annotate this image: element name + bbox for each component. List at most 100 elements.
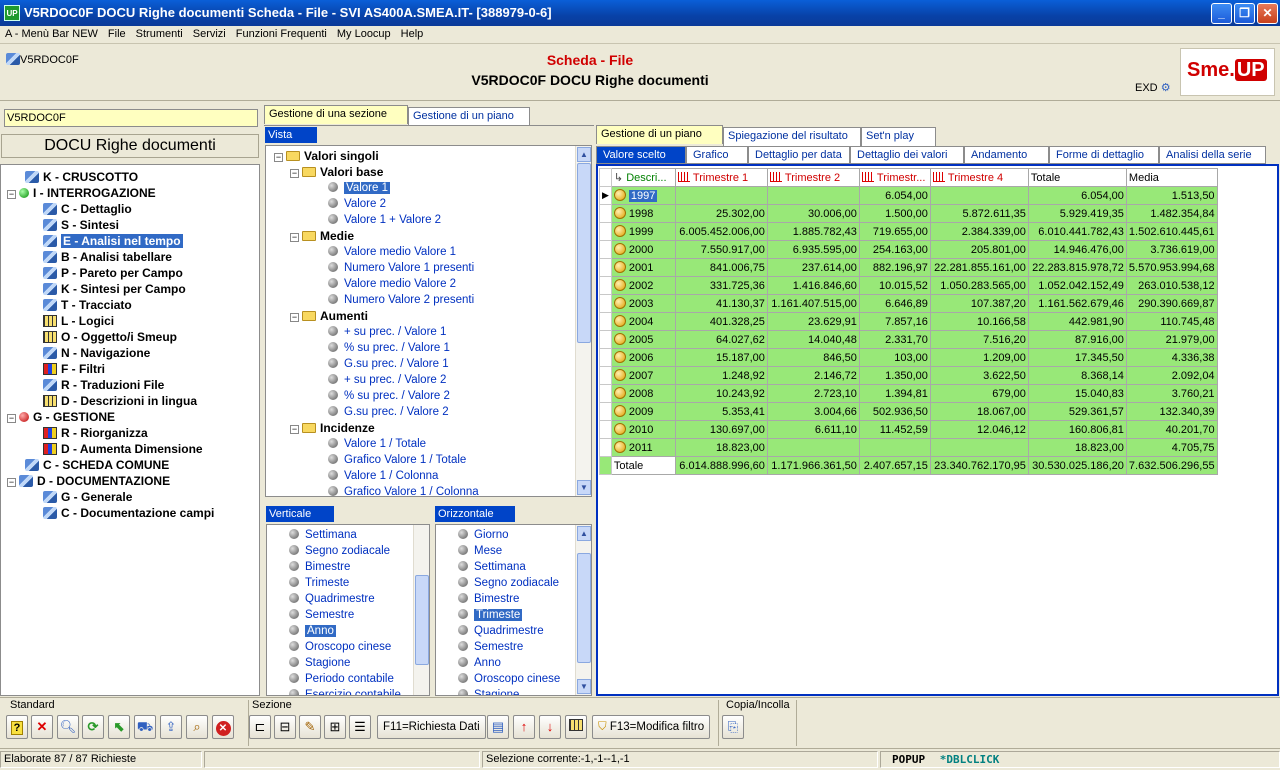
vista-item-valore-1-totale[interactable]: Valore 1 / Totale (328, 436, 426, 452)
verticale-item-quadrimestre[interactable]: Quadrimestre (289, 591, 375, 607)
year-cell[interactable]: 2010 (610, 420, 676, 439)
cell-t4[interactable]: 3.622,50 (929, 366, 1029, 385)
cell-avg[interactable]: 2.092,04 (1125, 366, 1218, 385)
section-tree-icon[interactable]: ⊞ (324, 715, 346, 739)
cell-t3[interactable]: 882.196,97 (858, 258, 931, 277)
tree-item-n-navigazione[interactable]: N - Navigazione (43, 345, 150, 361)
cart-icon[interactable]: ⛟ (134, 715, 156, 739)
column-header-trimestr[interactable]: Trimestr... (858, 168, 931, 187)
tree-item-d-descrizioni-in-lingua[interactable]: D - Descrizioni in lingua (43, 393, 197, 409)
cell-t3[interactable]: 103,00 (858, 348, 931, 367)
vista-item-grafico-valore-1-totale[interactable]: Grafico Valore 1 / Totale (328, 452, 466, 468)
year-cell[interactable]: 2004 (610, 312, 676, 331)
arrow-up-icon[interactable]: ↑ (513, 715, 535, 739)
year-cell[interactable]: 2011 (610, 438, 676, 457)
cell-t2[interactable]: 6.935.595,00 (766, 240, 860, 259)
collapse-icon[interactable]: − (274, 153, 283, 162)
verticale-item-esercizio-contabile[interactable]: Esercizio contabile (289, 687, 401, 695)
arrow-down-icon[interactable]: ↓ (539, 715, 561, 739)
table-row[interactable]: 2006 15.187,00 846,50 103,00 1.209,00 17.345,… (599, 348, 1218, 367)
cell-t2[interactable]: 23.629,91 (766, 312, 860, 331)
menu-a-menu-bar[interactable]: A - Menù Bar NEW (0, 26, 103, 42)
cell-t3[interactable]: 6.054,00 (858, 186, 931, 205)
section-edit-icon[interactable]: ✎ (299, 715, 321, 739)
table-row[interactable]: 2002 331.725,36 1.416.846,60 10.015,52 1.050… (599, 276, 1218, 295)
vista-group-valori-singoli[interactable]: − Valori singoli (274, 148, 379, 164)
cell-t1[interactable]: 1.248,92 (674, 366, 768, 385)
orizzontale-item-mese[interactable]: Mese (458, 543, 502, 559)
cell-avg[interactable]: 1.513,50 (1125, 186, 1218, 205)
total-cell-t3[interactable]: 2.407.657,15 (858, 456, 931, 475)
cell-tot[interactable]: 15.040,83 (1027, 384, 1127, 403)
cell-tot[interactable]: 14.946.476,00 (1027, 240, 1127, 259)
tree-item-d-aumenta-dimensione[interactable]: D - Aumenta Dimensione (43, 441, 203, 457)
subtab-dettaglio-dei-valori[interactable]: Dettaglio dei valori (850, 146, 964, 164)
scroll-thumb[interactable] (577, 553, 591, 663)
cell-avg[interactable]: 1.502.610.445,61 (1125, 222, 1218, 241)
collapse-icon[interactable]: − (7, 190, 16, 199)
cell-t4[interactable]: 22.281.855.161,00 (929, 258, 1029, 277)
column-header-media[interactable]: Media (1125, 168, 1218, 187)
cell-avg[interactable]: 110.745,48 (1125, 312, 1218, 331)
cell-t4[interactable]: 2.384.339,00 (929, 222, 1029, 241)
year-cell[interactable]: 2002 (610, 276, 676, 295)
verticale-item-periodo-contabile[interactable]: Periodo contabile (289, 671, 394, 687)
verticale-item-anno[interactable]: Anno (289, 623, 336, 639)
verticale-item-trimeste[interactable]: Trimeste (289, 575, 349, 591)
vista-group-aumenti[interactable]: − Aumenti (290, 308, 368, 324)
export-icon[interactable]: ⇪ (160, 715, 182, 739)
cell-t4[interactable]: 1.209,00 (929, 348, 1029, 367)
cell-t3[interactable]: 1.394,81 (858, 384, 931, 403)
table-row[interactable]: 2009 5.353,41 3.004,66 502.936,50 18.067,00 5… (599, 402, 1218, 421)
orizzontale-item-segno-zodiacale[interactable]: Segno zodiacale (458, 575, 559, 591)
cell-t1[interactable]: 331.725,36 (674, 276, 768, 295)
cell-t2[interactable]: 30.006,00 (766, 204, 860, 223)
cell-avg[interactable]: 290.390.669,87 (1125, 294, 1218, 313)
cell-t1[interactable]: 130.697,00 (674, 420, 768, 439)
chart-icon[interactable] (861, 171, 874, 182)
vista-item-grafico-valore-1-colonna[interactable]: Grafico Valore 1 / Colonna (328, 484, 479, 496)
cell-t1[interactable]: 5.353,41 (674, 402, 768, 421)
orizzontale-item-quadrimestre[interactable]: Quadrimestre (458, 623, 544, 639)
tree-item-f-filtri[interactable]: F - Filtri (43, 361, 105, 377)
tree-item-p-pareto-per-campo[interactable]: P - Pareto per Campo (43, 265, 183, 281)
cell-tot[interactable]: 87.916,00 (1027, 330, 1127, 349)
table-row[interactable]: 2000 7.550.917,00 6.935.595,00 254.163,00 20… (599, 240, 1218, 259)
subtab-valore-scelto[interactable]: Valore scelto (596, 146, 686, 164)
verticale-item-stagione[interactable]: Stagione (289, 655, 350, 671)
chart-icon[interactable] (677, 171, 690, 182)
orizzontale-scrollbar[interactable]: ▲ ▼ (575, 525, 591, 695)
cell-t1[interactable]: 401.328,25 (674, 312, 768, 331)
cell-avg[interactable]: 5.570.953.994,68 (1125, 258, 1218, 277)
tree-item-g-generale[interactable]: G - Generale (43, 489, 132, 505)
year-cell[interactable]: 2003 (610, 294, 676, 313)
menu-funzioni-frequenti[interactable]: Funzioni Frequenti (231, 26, 332, 42)
cell-tot[interactable]: 6.054,00 (1027, 186, 1127, 205)
section-list-icon[interactable]: ☰ (349, 715, 371, 739)
menu-my-loocup[interactable]: My Loocup (332, 26, 396, 42)
copy-icon[interactable]: ⎘ (722, 715, 744, 739)
column-header-trimestre-1[interactable]: Trimestre 1 (674, 168, 768, 187)
column-header-trimestre-2[interactable]: Trimestre 2 (766, 168, 860, 187)
cell-t4[interactable]: 18.067,00 (929, 402, 1029, 421)
tree-item-o-oggetto-i-smeup[interactable]: O - Oggetto/i Smeup (43, 329, 177, 345)
cell-tot[interactable]: 6.010.441.782,43 (1027, 222, 1127, 241)
cell-t2[interactable]: 2.146,72 (766, 366, 860, 385)
verticale-item-settimana[interactable]: Settimana (289, 527, 357, 543)
cell-t3[interactable]: 7.857,16 (858, 312, 931, 331)
cell-avg[interactable]: 4.705,75 (1125, 438, 1218, 457)
exd-label[interactable]: EXD ⚙ (1135, 81, 1171, 94)
cell-t2[interactable]: 846,50 (766, 348, 860, 367)
table-row[interactable]: 2001 841.006,75 237.614,00 882.196,97 22.281… (599, 258, 1218, 277)
cancel-icon[interactable]: ✕ (31, 715, 53, 739)
cell-t1[interactable]: 64.027,62 (674, 330, 768, 349)
table-row[interactable]: 2007 1.248,92 2.146,72 1.350,00 3.622,50 8.36… (599, 366, 1218, 385)
tree-item-c-scheda-comune[interactable]: C - SCHEDA COMUNE (25, 457, 169, 473)
cell-t1[interactable]: 15.187,00 (674, 348, 768, 367)
menu-help[interactable]: Help (396, 26, 429, 42)
cell-tot[interactable]: 22.283.815.978,72 (1027, 258, 1127, 277)
vista-item-g-su-prec-valore-2[interactable]: G.su prec. / Valore 2 (328, 404, 449, 420)
cell-t2[interactable]: 1.161.407.515,00 (766, 294, 860, 313)
cell-t2[interactable]: 1.416.846,60 (766, 276, 860, 295)
vista-group-medie[interactable]: − Medie (290, 228, 354, 244)
